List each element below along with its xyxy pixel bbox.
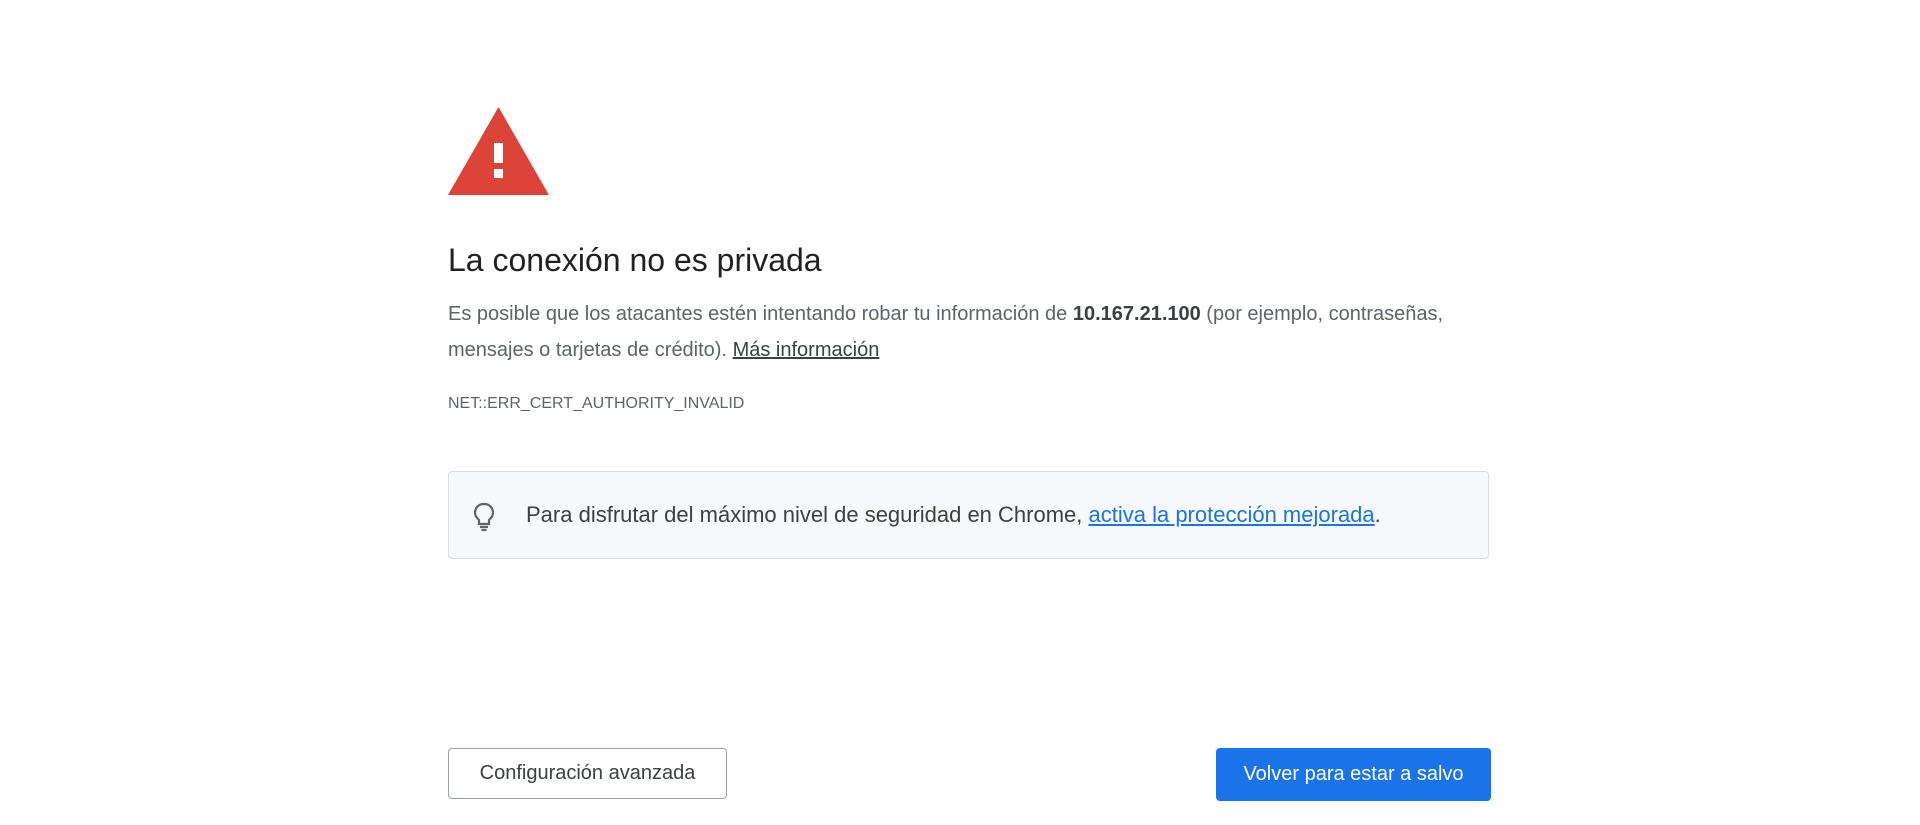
tip-text-after: . <box>1374 502 1381 527</box>
explanation-before: Es posible que los atacantes estén inten… <box>448 303 1073 325</box>
advanced-button[interactable]: Configuración avanzada <box>448 748 727 799</box>
host-address: 10.167.21.100 <box>1072 303 1201 325</box>
learn-more-link[interactable]: Más información <box>733 339 880 361</box>
interstitial-main: La conexión no es privada Es posible que… <box>448 0 1491 825</box>
page-title: La conexión no es privada <box>448 242 822 278</box>
tip-text-before: Para disfrutar del máximo nivel de segur… <box>526 502 1089 527</box>
error-code: NET::ERR_CERT_AUTHORITY_INVALID <box>448 395 745 412</box>
enhanced-protection-tip: Para disfrutar del máximo nivel de segur… <box>448 471 1489 559</box>
back-to-safety-button[interactable]: Volver para estar a salvo <box>1216 748 1491 801</box>
warning-triangle-icon <box>448 107 549 195</box>
explanation-text: Es posible que los atacantes estén inten… <box>448 296 1491 368</box>
enhanced-protection-link[interactable]: activa la protección mejorada <box>1089 502 1375 527</box>
tip-text: Para disfrutar del máximo nivel de segur… <box>526 501 1381 529</box>
lightbulb-icon <box>473 502 495 532</box>
